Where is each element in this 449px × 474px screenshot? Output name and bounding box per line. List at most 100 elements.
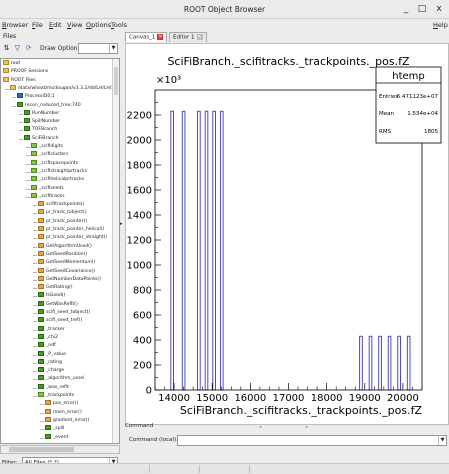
- tree-node[interactable]: IsGood(): [38, 292, 65, 300]
- close-button[interactable]: x: [433, 3, 445, 15]
- tree-node[interactable]: _rating: [38, 358, 62, 367]
- tree-node[interactable]: PROOF Sessions: [3, 68, 48, 76]
- tab-command[interactable]: Command: [125, 423, 160, 433]
- tree-node[interactable]: GetRating(): [38, 284, 73, 292]
- menu-browser[interactable]: Browser: [2, 21, 28, 29]
- tab-canvas-1[interactable]: Canvas_1 ✕: [125, 32, 168, 42]
- tree-node[interactable]: _trackpoints: [38, 392, 74, 400]
- tree-node[interactable]: GetAlgorithmUsed(): [38, 242, 92, 251]
- x-axis-label: SciFiBranch._scifitracks._trackpoints._p…: [180, 404, 423, 417]
- tree-node[interactable]: _P_value: [38, 350, 66, 359]
- chevron-right-icon[interactable]: ▸: [120, 221, 123, 227]
- tree-node[interactable]: pr_track_tobject(): [38, 209, 87, 217]
- method-icon: [38, 226, 44, 231]
- tree-node[interactable]: _scificlusters: [31, 151, 68, 159]
- tree-node[interactable]: scifi_seed_tref(): [38, 317, 82, 325]
- chart-title: SciFiBranch._scifitracks._trackpoints._p…: [167, 55, 410, 68]
- filter-icon[interactable]: ▽: [13, 44, 22, 53]
- tree-node[interactable]: GetSeedPosition(): [38, 250, 87, 259]
- method-icon: [38, 267, 44, 273]
- tree-node[interactable]: pos_error(): [45, 400, 78, 408]
- tree-node[interactable]: GetNumberDataPoints(): [38, 275, 101, 284]
- refresh-icon[interactable]: ⟳: [24, 44, 33, 53]
- tree-node[interactable]: TOFBranch: [24, 126, 57, 134]
- tree-node[interactable]: GetSeedMomentum(): [38, 259, 95, 267]
- tree-node[interactable]: _scifitracks: [31, 192, 65, 201]
- close-tab-icon[interactable]: ✕: [196, 34, 203, 40]
- file-browser-panel: Files ⇅ ▽ ⟳ Draw Option: ▼ root PROOF Ses…: [0, 31, 120, 468]
- tree-node[interactable]: _scifispacepoints: [31, 159, 78, 168]
- tree-node[interactable]: _ndf: [38, 342, 56, 350]
- tree-node[interactable]: _was_refit: [38, 383, 69, 392]
- tree-node[interactable]: _charge: [38, 367, 64, 375]
- tree-node[interactable]: _event: [45, 433, 68, 442]
- tree-node[interactable]: pr_track_pointer_straight(): [38, 234, 107, 242]
- file-tree[interactable]: root PROOF Sessions ROOT Files/data/wheat/…: [0, 58, 120, 444]
- chevron-down-icon[interactable]: ˅: [305, 426, 308, 433]
- tree-node[interactable]: GetSeedCovariance(): [38, 267, 95, 276]
- scrollbar-thumb[interactable]: [114, 67, 118, 95]
- folder-icon: [3, 60, 9, 65]
- menu-edit[interactable]: Edit: [49, 21, 62, 29]
- menu-file[interactable]: File: [32, 21, 43, 29]
- menu-view[interactable]: View: [67, 21, 82, 29]
- maximize-button[interactable]: □: [416, 3, 428, 15]
- y-tick-label: 1000: [127, 261, 152, 272]
- command-input[interactable]: ▼: [177, 435, 447, 446]
- x-tick-label: 19000: [349, 393, 381, 404]
- tree-horizontal-scrollbar[interactable]: [0, 445, 120, 454]
- tree-vertical-scrollbar[interactable]: [112, 59, 119, 443]
- tree-node[interactable]: SciFiBranch: [24, 134, 59, 143]
- leaf-icon: [38, 309, 44, 314]
- tree-node[interactable]: _scifihelicalprtracks: [31, 176, 84, 184]
- tree-node-label: _spill: [53, 426, 65, 432]
- tree-node[interactable]: gradient_error(): [45, 416, 89, 425]
- tree-node[interactable]: _spill: [45, 425, 64, 433]
- chevron-down-icon[interactable]: ▼: [109, 44, 117, 53]
- histogram-bar: [170, 110, 174, 391]
- tree-node[interactable]: root: [3, 60, 20, 68]
- tab-editor-1[interactable]: Editor 1 ✕: [169, 32, 207, 42]
- scrollbar-thumb[interactable]: [9, 447, 74, 452]
- chevron-down-icon[interactable]: ▼: [438, 436, 446, 445]
- tree-node[interactable]: SpillNumber: [24, 118, 60, 126]
- y-tick-label: 600: [133, 311, 152, 322]
- tree-node[interactable]: _chi2: [38, 333, 58, 342]
- close-tab-icon[interactable]: ✕: [157, 34, 164, 40]
- tree-node[interactable]: /data/wheat/mcdougan/v3.3.2/dd/LH/LH/...: [10, 84, 116, 93]
- tree-node[interactable]: GetWasRefit(): [38, 300, 78, 309]
- menu-tools[interactable]: Tools: [111, 21, 127, 29]
- tree-node[interactable]: pr_track_pointer(): [38, 217, 87, 226]
- histogram-canvas[interactable]: SciFiBranch._scifitracks._trackpoints._p…: [125, 43, 449, 425]
- tree-node-label: _scificlusters: [39, 152, 69, 158]
- menu-options[interactable]: Options: [86, 21, 111, 29]
- tree-node[interactable]: _scifidigits: [31, 143, 63, 151]
- method-icon: [38, 250, 44, 256]
- minimize-button[interactable]: _: [400, 3, 412, 15]
- stats-mean-value: 1.534e+04: [407, 111, 438, 117]
- method-icon: [38, 201, 44, 207]
- tree-node[interactable]: _algorithm_used: [38, 375, 84, 383]
- sort-icon[interactable]: ⇅: [2, 44, 11, 53]
- tree-node[interactable]: scifi_seed_tobject(): [38, 309, 90, 317]
- histogram-bar: [387, 335, 392, 391]
- chevron-down-icon[interactable]: ˅: [259, 426, 262, 433]
- tree-node[interactable]: mom_error(): [45, 408, 82, 417]
- tree-node[interactable]: ProcessID0;1: [17, 93, 55, 101]
- y-tick-label: 2200: [127, 111, 152, 122]
- tree-node[interactable]: pr_track_pointer_helical(): [38, 226, 104, 234]
- leaf-icon: [38, 383, 44, 389]
- draw-option-select[interactable]: ▼: [78, 43, 118, 54]
- tree-node[interactable]: ROOT Files: [3, 76, 36, 85]
- method-icon: [38, 242, 44, 248]
- tree-node[interactable]: _scifiseeds: [31, 184, 64, 193]
- tree-node[interactable]: RunNumber: [24, 109, 59, 118]
- tree-node-label: _scifitracks: [39, 193, 65, 199]
- tree-node[interactable]: scifitrackpoints(): [38, 201, 84, 209]
- tree-node[interactable]: _tracker: [38, 325, 65, 334]
- tree-node[interactable]: _scifistraightprtracks: [31, 167, 87, 176]
- tree-node-label: /data/wheat/mcdougan/v3.3.2/dd/LH/LH/...: [18, 85, 116, 91]
- tree-node[interactable]: recon_reduced_tree;740: [17, 101, 81, 110]
- stats-rms-value: 1805: [424, 129, 438, 135]
- menu-help[interactable]: Help: [433, 21, 448, 29]
